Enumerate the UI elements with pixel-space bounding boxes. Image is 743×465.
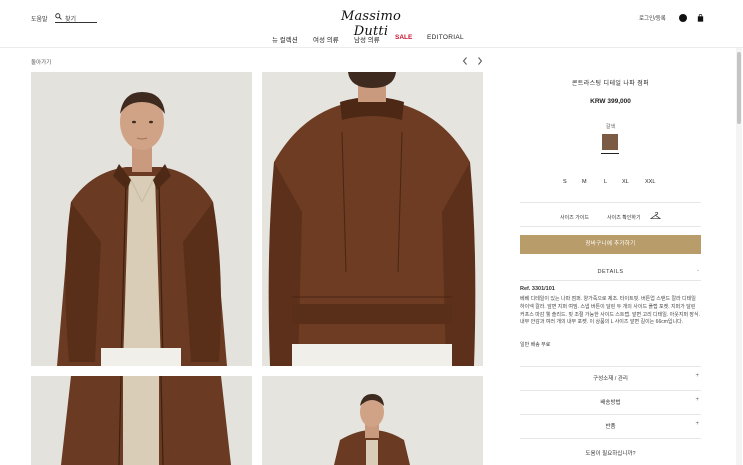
collapse-icon: - <box>697 268 699 274</box>
prev-arrow-icon[interactable] <box>461 56 469 66</box>
product-photo-detail[interactable] <box>31 376 252 465</box>
product-reference: Ref. 3301/101 <box>520 286 555 292</box>
back-link[interactable]: 돌아가기 <box>31 58 51 66</box>
nav-men[interactable]: 남성 의류 <box>354 34 380 44</box>
swatch-underline <box>601 153 619 154</box>
shopping-bag-icon[interactable] <box>697 14 704 22</box>
expand-icon: + <box>695 397 699 403</box>
size-check-link[interactable]: 사이즈 확인하기 <box>607 214 641 221</box>
size-option-l[interactable]: L <box>604 179 607 185</box>
product-price: KRW 399,000 <box>590 98 631 105</box>
scrollbar-thumb[interactable] <box>737 52 741 124</box>
help-link[interactable]: 도움말 <box>31 14 48 23</box>
divider <box>520 438 701 439</box>
divider <box>520 202 701 203</box>
expand-icon: + <box>695 373 699 379</box>
accordion-label: 반품 <box>605 424 616 430</box>
product-photo-front[interactable] <box>31 72 252 366</box>
nav-new-collection[interactable]: 뉴 컬렉션 <box>272 34 298 44</box>
main-nav: 뉴 컬렉션 여성 의류 남성 의류 SALE EDITORIAL <box>0 34 743 44</box>
nav-sale[interactable]: SALE <box>395 34 412 41</box>
divider <box>520 226 701 227</box>
size-selector: S M L XL XXL <box>560 179 664 187</box>
search-field[interactable]: 찾기 <box>55 12 97 23</box>
size-option-xxl[interactable]: XXL <box>645 179 655 185</box>
product-description: 베베 디테일이 있는 나파 점퍼. 양가죽으로 제조. 타이트핏. 버튼업 스탠… <box>520 296 701 326</box>
accordion-label: 구성소재 / 관리 <box>593 376 628 382</box>
site-header: 도움말 찾기 Massimo Dutti 로그인/등록 뉴 컬렉션 여성 의류 … <box>0 0 743 48</box>
nav-editorial[interactable]: EDITORIAL <box>427 34 464 41</box>
accordion-composition-care[interactable]: 구성소재 / 관리 + <box>520 367 701 389</box>
shipping-note: 일반 배송 무료 <box>520 342 551 348</box>
color-swatch-selected[interactable] <box>601 133 619 155</box>
add-to-cart-button[interactable]: 장바구니에 추가하기 <box>520 235 701 254</box>
details-header[interactable]: DETAILS - <box>520 266 701 278</box>
size-option-m[interactable]: M <box>582 179 587 185</box>
expand-icon: + <box>695 421 699 427</box>
product-photo-model[interactable] <box>262 376 483 465</box>
globe-icon[interactable] <box>679 14 687 22</box>
accordion-returns[interactable]: 반품 + <box>520 415 701 437</box>
product-photo-back[interactable] <box>262 72 483 366</box>
search-icon <box>55 13 62 20</box>
hanger-icon <box>650 212 661 219</box>
accordion-shipping[interactable]: 배송방법 + <box>520 391 701 413</box>
size-guide-link[interactable]: 사이즈 가이드 <box>560 214 589 221</box>
divider <box>520 280 701 281</box>
nav-women[interactable]: 여성 의류 <box>313 34 339 44</box>
size-option-s[interactable]: S <box>563 179 567 185</box>
size-option-xl[interactable]: XL <box>622 179 629 185</box>
color-name: 갈색 <box>605 124 616 130</box>
details-label: DETAILS <box>597 269 624 275</box>
login-register-link[interactable]: 로그인/등록 <box>639 14 666 22</box>
accordion-label: 배송방법 <box>600 400 621 406</box>
next-arrow-icon[interactable] <box>476 56 484 66</box>
color-swatch <box>602 134 618 150</box>
help-question-link[interactable]: 도움이 필요하십니까? <box>520 449 701 457</box>
product-title: 콘트라스팅 디테일 나파 점퍼 <box>571 81 650 87</box>
search-label: 찾기 <box>65 17 77 23</box>
